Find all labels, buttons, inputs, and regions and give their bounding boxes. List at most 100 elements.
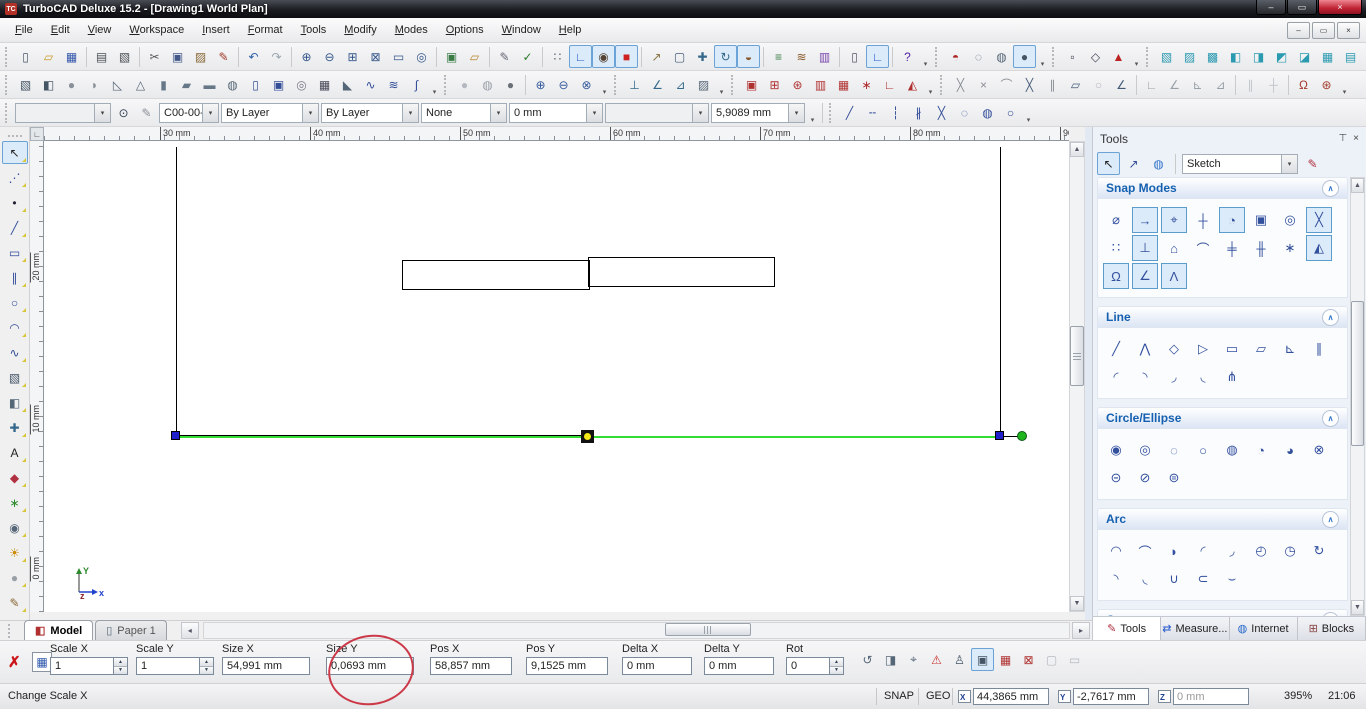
- torus[interactable]: ◎: [290, 73, 313, 96]
- selection-handle-left[interactable]: [171, 431, 180, 440]
- scale-x-input[interactable]: 1: [50, 657, 114, 675]
- wireframe-mode[interactable]: ◌: [967, 45, 990, 68]
- hatch-tool[interactable]: ▨: [692, 73, 715, 96]
- group-entities[interactable]: Ω: [1292, 73, 1315, 96]
- snap-arc-center[interactable]: ◔: [1219, 207, 1245, 233]
- menu-item[interactable]: File: [6, 21, 42, 39]
- orbit-view[interactable]: ↻: [714, 45, 737, 68]
- collapse-chevron-icon[interactable]: ∧: [1322, 511, 1339, 528]
- format-painter[interactable]: ✎: [212, 45, 235, 68]
- z-coordinate-input[interactable]: 0 mm: [1173, 688, 1249, 705]
- insert-block[interactable]: ▱: [463, 45, 486, 68]
- scroll-left-button[interactable]: ◂: [181, 622, 199, 639]
- tool-style-combo[interactable]: Sketch▾: [1182, 154, 1298, 174]
- view-iso-ne[interactable]: ▤: [1339, 45, 1362, 68]
- light-tool[interactable]: ☀: [2, 541, 28, 564]
- selector-extract[interactable]: ♙: [948, 648, 971, 671]
- overflow-property[interactable]: ▾: [806, 102, 819, 124]
- scroll-up-button[interactable]: ▲: [1351, 178, 1364, 193]
- x-coordinate-input[interactable]: 44,3865 mm: [973, 688, 1049, 705]
- text-tool[interactable]: A: [2, 441, 28, 464]
- snap-bisector[interactable]: Λ: [1161, 263, 1187, 289]
- rot-input[interactable]: 0: [786, 657, 830, 675]
- array-polar[interactable]: ⊛: [786, 73, 809, 96]
- snap-tracking[interactable]: ◉: [592, 45, 615, 68]
- array-rect[interactable]: ⊞: [763, 73, 786, 96]
- vertical-line-right[interactable]: [1000, 147, 1001, 437]
- child-restore-button[interactable]: ▭: [1312, 22, 1335, 39]
- solid-tool[interactable]: ◧: [2, 391, 28, 414]
- ucs-scale[interactable]: ⊿: [669, 73, 692, 96]
- zoom-in[interactable]: ⊕: [295, 45, 318, 68]
- overflow-select[interactable]: ▾: [1130, 46, 1143, 68]
- arc-tangent-from[interactable]: ◝: [1103, 566, 1129, 592]
- align-parallel[interactable]: ∥: [1239, 73, 1262, 96]
- spline-3d[interactable]: ∫: [405, 73, 428, 96]
- chamfer-b[interactable]: ⊾: [1186, 73, 1209, 96]
- arc-start-end[interactable]: ◗: [1161, 538, 1187, 564]
- brush-color-combo[interactable]: By Layer▾: [321, 103, 419, 123]
- child-close-button[interactable]: ×: [1337, 22, 1360, 39]
- overflow-modify[interactable]: ▾: [1338, 74, 1351, 96]
- ellipse[interactable]: ⊝: [1103, 465, 1129, 491]
- snap-tangent[interactable]: ⌒: [1190, 235, 1216, 261]
- revolve-surface[interactable]: ◍: [221, 73, 244, 96]
- menu-item[interactable]: Modify: [335, 21, 385, 39]
- point-tool[interactable]: •: [2, 191, 28, 214]
- cylinder[interactable]: ▮: [152, 73, 175, 96]
- fillet[interactable]: ∟: [1140, 73, 1163, 96]
- selection-handle-right[interactable]: [995, 431, 1004, 440]
- chevron-down-icon[interactable]: ▾: [302, 104, 318, 122]
- perpendicular-to-arc[interactable]: ◟: [1190, 364, 1216, 390]
- scroll-down-button[interactable]: ▼: [1070, 596, 1084, 611]
- parallel-line[interactable]: ∥: [1306, 336, 1332, 362]
- fixed-ratio-arc[interactable]: ⌣: [1219, 566, 1245, 592]
- select-window[interactable]: ▫: [1061, 45, 1084, 68]
- paint-tool[interactable]: ◆: [2, 466, 28, 489]
- arc-concentric[interactable]: ⌒: [1132, 538, 1158, 564]
- ghost-circle[interactable]: ○: [1087, 73, 1110, 96]
- scale-y-stepper[interactable]: ▲▼: [200, 657, 214, 675]
- polyline-3d[interactable]: ∿: [359, 73, 382, 96]
- hidden-line-mode[interactable]: ◍: [990, 45, 1013, 68]
- copy-mirror[interactable]: ▥: [809, 73, 832, 96]
- geo-toggle[interactable]: GEO: [926, 690, 950, 702]
- boolean-subtract[interactable]: ⊖: [552, 73, 575, 96]
- overflow-ucs[interactable]: ▾: [715, 74, 728, 96]
- fill-color[interactable]: ■: [615, 45, 638, 68]
- view-left[interactable]: ◨: [1247, 45, 1270, 68]
- menu-item[interactable]: Workspace: [120, 21, 193, 39]
- open-file[interactable]: ▱: [37, 45, 60, 68]
- selector-style-8[interactable]: ○: [999, 101, 1022, 124]
- arc-center-radius[interactable]: ◠: [1103, 538, 1129, 564]
- circle-tangent-arc[interactable]: ⊗: [1306, 437, 1332, 463]
- palette-node-select-tool[interactable]: ↗: [1122, 152, 1145, 175]
- perpendicular-line[interactable]: ⊾: [1277, 336, 1303, 362]
- visibility-eye-icon[interactable]: ⊙: [112, 101, 135, 124]
- view-back[interactable]: ◧: [1224, 45, 1247, 68]
- delta-x-input[interactable]: 0 mm: [622, 657, 692, 675]
- canvas-vertical-scrollbar[interactable]: ▲ ▼: [1069, 141, 1085, 612]
- bisector-line[interactable]: ⋔: [1219, 364, 1245, 390]
- view-bottom[interactable]: ▦: [1316, 45, 1339, 68]
- scroll-right-button[interactable]: ▸: [1072, 622, 1090, 639]
- prism[interactable]: △: [129, 73, 152, 96]
- array-radial[interactable]: ∗: [855, 73, 878, 96]
- menu-item[interactable]: Tools: [292, 21, 336, 39]
- snap-angle[interactable]: ∠: [1132, 263, 1158, 289]
- save-file[interactable]: ▦: [60, 45, 83, 68]
- pen-width-combo[interactable]: 0 mm▾: [509, 103, 603, 123]
- selection-style-combo[interactable]: ▾: [15, 103, 111, 123]
- degrade-cone[interactable]: ▲: [1107, 45, 1130, 68]
- scroll-down-button[interactable]: ▼: [1351, 600, 1364, 615]
- select-reference[interactable]: ◇: [1084, 45, 1107, 68]
- sphere-dark[interactable]: ●: [499, 73, 522, 96]
- box-3d[interactable]: ▧: [14, 73, 37, 96]
- trim-corner[interactable]: ×: [972, 73, 995, 96]
- arc-double-point[interactable]: ∪: [1161, 566, 1187, 592]
- copy[interactable]: ▣: [166, 45, 189, 68]
- selector-node-edit[interactable]: ⌖: [902, 648, 925, 671]
- palette-splitter[interactable]: [1085, 127, 1092, 640]
- help-book[interactable]: ?: [896, 45, 919, 68]
- arc-tangent-to[interactable]: ◟: [1132, 566, 1158, 592]
